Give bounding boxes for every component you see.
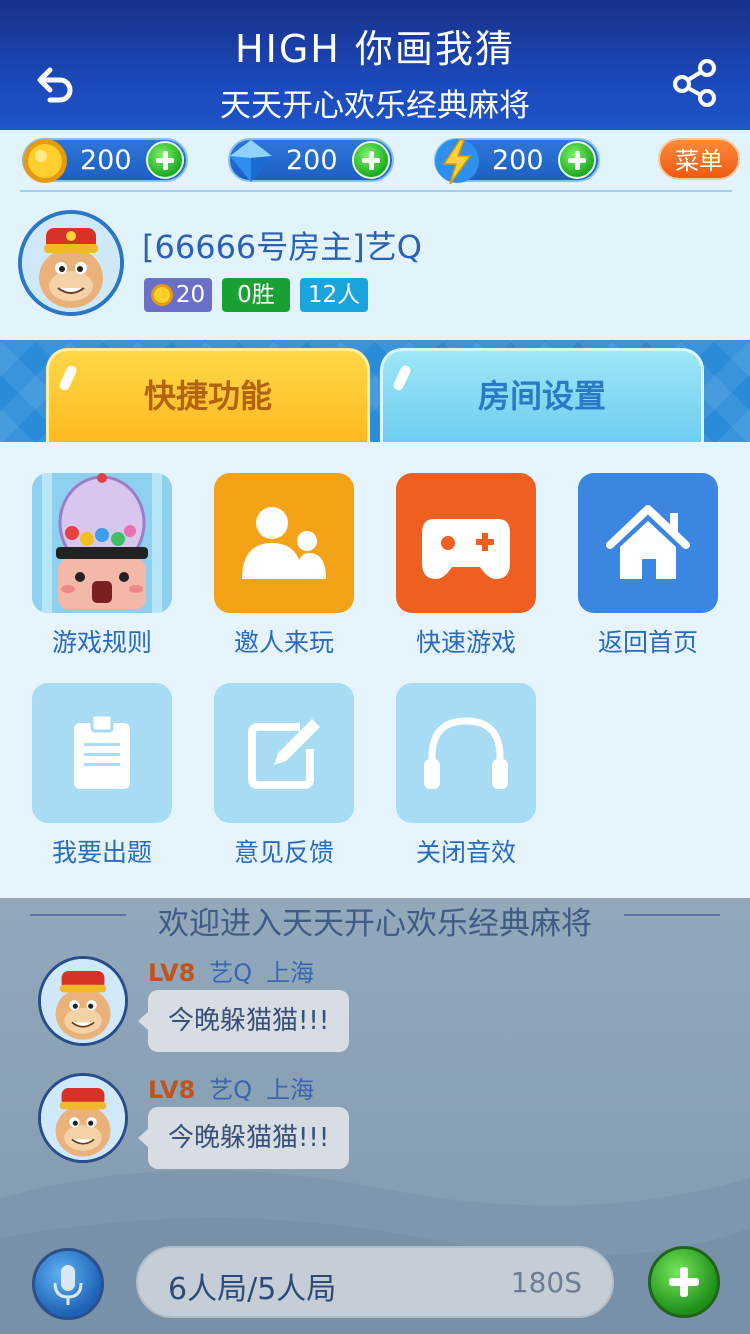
headphones-icon [396, 683, 536, 823]
feedback-label: 意见反馈 [233, 838, 334, 867]
home-button[interactable]: 返回首页 [578, 473, 718, 659]
player-panel: 200 200 200 菜单 [66666号房主]艺Q 20 0胜 12人 [0, 130, 750, 340]
gamepad-icon [396, 473, 536, 613]
sender-location: 上海 [266, 1076, 315, 1104]
sender-name: 艺Q [209, 959, 253, 987]
energy-count: 200 [492, 145, 544, 176]
add-diamond-button[interactable] [352, 141, 390, 179]
coin-count: 200 [80, 145, 132, 176]
tab-room-label: 房间设置 [477, 377, 606, 415]
tab-quick-label: 快捷功能 [143, 377, 272, 415]
avatar[interactable] [18, 210, 124, 316]
sender-name: 艺Q [209, 1076, 253, 1104]
level-label: LV8 [148, 1076, 196, 1104]
coin-badge-value: 20 [175, 282, 206, 308]
wins-badge: 0胜 [222, 278, 290, 312]
microphone-icon [53, 1265, 83, 1305]
level-label: LV8 [148, 959, 196, 987]
chat-input[interactable]: 6人局/5人局 180S [136, 1246, 614, 1318]
diamond-count: 200 [286, 145, 338, 176]
add-energy-button[interactable] [558, 141, 596, 179]
clipboard-icon [32, 683, 172, 823]
message-bubble: 今晚躲猫猫!!! [137, 990, 350, 1052]
plus-icon [669, 1267, 699, 1297]
question-button[interactable]: 我要出题 [32, 683, 172, 869]
people-badge: 12人 [300, 278, 368, 312]
tab-shine [57, 364, 79, 392]
question-label: 我要出题 [51, 838, 152, 867]
divider [20, 190, 732, 192]
invite-button[interactable]: 邀人来玩 [214, 473, 354, 659]
menu-button[interactable]: 菜单 [658, 138, 740, 180]
sender-location: 上海 [266, 959, 315, 987]
tab-room-settings[interactable]: 房间设置 [380, 348, 704, 442]
home-icon [578, 473, 718, 613]
add-button[interactable] [648, 1246, 720, 1318]
energy-counter: 200 [434, 138, 600, 185]
page-title: HIGH 你画我猜 [235, 27, 515, 71]
function-grid: 游戏规则 邀人来玩 快速游戏 返回首页 我要出题 意见反馈 关闭音效 [0, 442, 750, 898]
invite-label: 邀人来玩 [233, 628, 334, 657]
lightning-icon [432, 136, 482, 186]
avatar[interactable] [38, 1073, 128, 1163]
diamond-counter: 200 [228, 138, 394, 182]
sound-toggle-button[interactable]: 关闭音效 [396, 683, 536, 869]
home-label: 返回首页 [597, 628, 698, 657]
coin-badge: 20 [144, 278, 212, 312]
edit-icon [214, 683, 354, 823]
gumball-machine-icon [32, 473, 172, 613]
tab-quick-functions[interactable]: 快捷功能 [46, 348, 370, 442]
game-rules-button[interactable]: 游戏规则 [32, 473, 172, 659]
diamond-icon [226, 136, 276, 186]
message-meta: LV8 艺Q 上海 [148, 1070, 314, 1105]
sound-label: 关闭音效 [415, 838, 516, 867]
game-mode-text: 6人局/5人局 [168, 1272, 337, 1307]
timer-text: 180S [510, 1266, 582, 1299]
small-coin-icon [150, 284, 173, 306]
player-name: [66666号房主]艺Q [142, 228, 422, 266]
game-rules-label: 游戏规则 [51, 628, 152, 657]
header: HIGH 你画我猜 天天开心欢乐经典麻将 [0, 0, 750, 130]
page-subtitle: 天天开心欢乐经典麻将 [220, 88, 530, 124]
message-bubble: 今晚躲猫猫!!! [137, 1107, 350, 1169]
coin-counter: 200 [22, 138, 188, 183]
add-coin-button[interactable] [146, 141, 184, 179]
message-meta: LV8 艺Q 上海 [148, 953, 314, 988]
tab-bar: 快捷功能 房间设置 [0, 340, 750, 442]
tab-shine [391, 364, 413, 392]
avatar[interactable] [38, 956, 128, 1046]
welcome-text: 欢迎进入天天开心欢乐经典麻将 [158, 906, 592, 942]
microphone-button[interactable] [32, 1248, 104, 1320]
gold-coin-icon [20, 136, 70, 186]
share-icon[interactable] [672, 58, 718, 108]
quick-game-button[interactable]: 快速游戏 [396, 473, 536, 659]
quick-game-label: 快速游戏 [415, 628, 516, 657]
people-icon [214, 473, 354, 613]
feedback-button[interactable]: 意见反馈 [214, 683, 354, 869]
